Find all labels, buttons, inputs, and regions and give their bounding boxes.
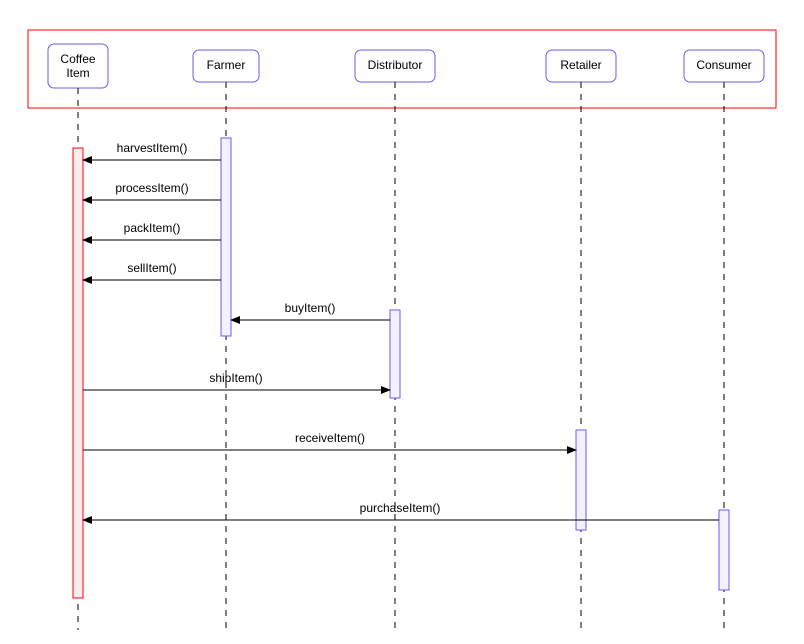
actor-retailer: Retailer: [546, 50, 616, 630]
activation-distributor: [390, 310, 400, 398]
msg-buy-label: buyItem(): [285, 301, 336, 315]
msg-purchase-label: purchaseItem(): [360, 501, 441, 515]
actor-farmer: Farmer: [193, 50, 259, 630]
actor-consumer-label: Consumer: [696, 58, 751, 72]
activation-coffee: [73, 148, 83, 598]
actor-coffee-label-line1: Coffee: [60, 52, 95, 66]
activation-retailer: [576, 430, 586, 530]
msg-receive-label: receiveItem(): [295, 431, 365, 445]
activation-farmer: [221, 138, 231, 336]
actor-retailer-label: Retailer: [560, 58, 601, 72]
sequence-diagram: Coffee Item Farmer Distributor Retailer …: [0, 0, 804, 644]
activation-consumer: [719, 510, 729, 590]
msg-pack-label: packItem(): [124, 221, 181, 235]
msg-harvest-label: harvestItem(): [117, 141, 188, 155]
msg-process-label: processItem(): [115, 181, 188, 195]
actor-coffee-label-line2: Item: [66, 66, 89, 80]
actor-distributor-label: Distributor: [368, 58, 423, 72]
msg-ship-label: shipItem(): [209, 371, 262, 385]
msg-sell-label: sellItem(): [127, 261, 176, 275]
actor-farmer-label: Farmer: [207, 58, 246, 72]
